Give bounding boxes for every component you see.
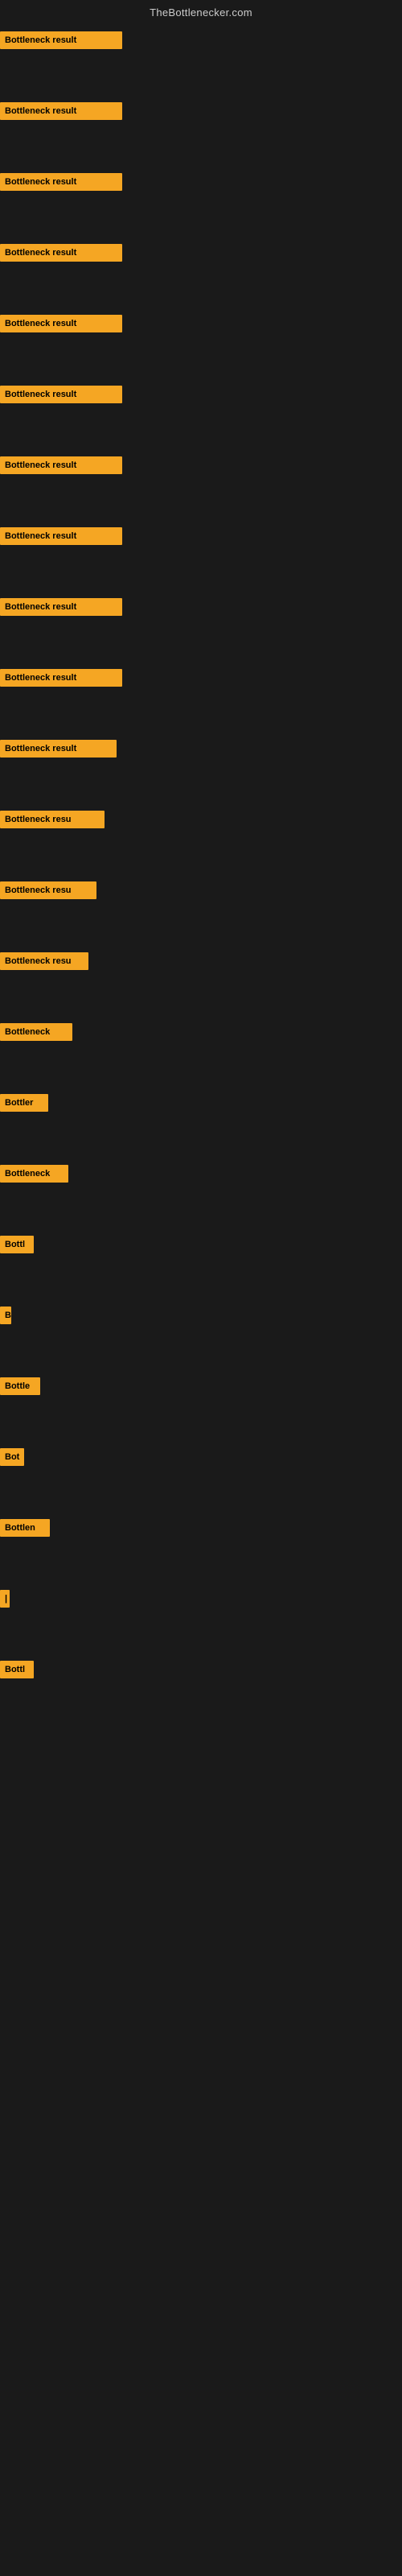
bottleneck-result-label: Bottleneck result (0, 31, 122, 49)
bottleneck-result-label: Bottleneck (0, 1165, 68, 1183)
bottleneck-result-label: Bot (0, 1448, 24, 1466)
bars-container: Bottleneck result Bottleneck result Bottle… (0, 22, 402, 1728)
bottleneck-result-label: Bottleneck (0, 1023, 72, 1041)
bar-item: Bottler (0, 1091, 402, 1162)
site-header: TheBottlenecker.com (0, 0, 402, 22)
bar-item: Bottleneck result (0, 737, 402, 807)
bottleneck-result-label: B (0, 1307, 11, 1324)
bottleneck-result-label: | (0, 1590, 10, 1608)
bar-item: | (0, 1587, 402, 1657)
bar-item: Bottleneck resu (0, 878, 402, 949)
bar-item: Bottleneck result (0, 170, 402, 241)
bar-item: Bottleneck result (0, 453, 402, 524)
bar-item: Bottleneck result (0, 99, 402, 170)
bottleneck-result-label: Bottle (0, 1377, 40, 1395)
bottleneck-result-label: Bottleneck result (0, 173, 122, 191)
bar-item: Bottleneck result (0, 382, 402, 453)
bar-item: Bottleneck result (0, 595, 402, 666)
bar-item: Bottleneck result (0, 666, 402, 737)
bottleneck-result-label: Bottl (0, 1236, 34, 1253)
bottleneck-result-label: Bottleneck result (0, 102, 122, 120)
bottleneck-result-label: Bottlen (0, 1519, 50, 1537)
bar-item: Bottleneck resu (0, 807, 402, 878)
bar-item: B (0, 1303, 402, 1374)
site-title: TheBottlenecker.com (150, 6, 252, 19)
bottleneck-result-label: Bottleneck result (0, 669, 122, 687)
bottleneck-result-label: Bottleneck result (0, 244, 122, 262)
bar-item: Bottleneck result (0, 28, 402, 99)
bottleneck-result-label: Bottleneck resu (0, 881, 96, 899)
bar-item: Bottleneck (0, 1162, 402, 1232)
bottleneck-result-label: Bottleneck result (0, 315, 122, 332)
bar-item: Bottleneck (0, 1020, 402, 1091)
bar-item: Bottleneck resu (0, 949, 402, 1020)
bottleneck-result-label: Bottleneck result (0, 740, 117, 758)
bottleneck-result-label: Bottleneck result (0, 386, 122, 403)
bar-item: Bot (0, 1445, 402, 1516)
bar-item: Bottle (0, 1374, 402, 1445)
bottleneck-result-label: Bottl (0, 1661, 34, 1678)
bar-item: Bottleneck result (0, 312, 402, 382)
bar-item: Bottl (0, 1657, 402, 1728)
bottleneck-result-label: Bottleneck result (0, 598, 122, 616)
bar-item: Bottleneck result (0, 241, 402, 312)
bottleneck-result-label: Bottleneck resu (0, 811, 105, 828)
bottleneck-result-label: Bottler (0, 1094, 48, 1112)
bar-item: Bottlen (0, 1516, 402, 1587)
bar-item: Bottl (0, 1232, 402, 1303)
bottleneck-result-label: Bottleneck result (0, 527, 122, 545)
bottleneck-result-label: Bottleneck result (0, 456, 122, 474)
bar-item: Bottleneck result (0, 524, 402, 595)
bottleneck-result-label: Bottleneck resu (0, 952, 88, 970)
